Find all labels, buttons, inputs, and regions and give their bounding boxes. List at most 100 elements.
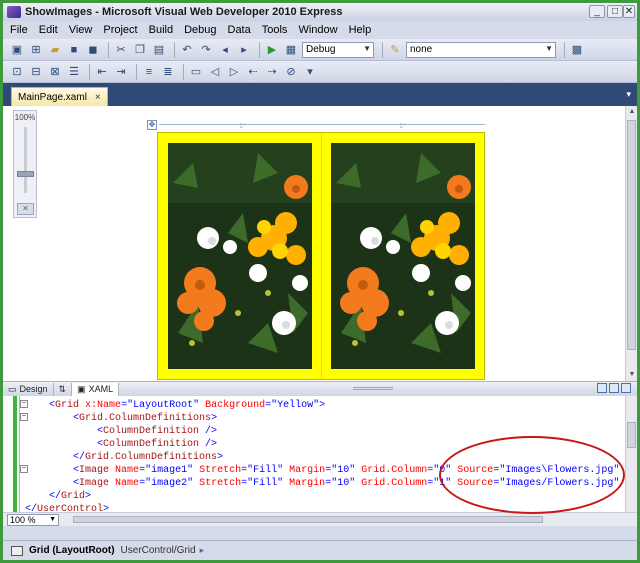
breadcrumb-arrow-icon[interactable]: ▸	[200, 545, 205, 556]
navigate-forward-icon[interactable]: ▸	[236, 42, 252, 58]
code-line[interactable]: <Grid.ColumnDefinitions>	[25, 412, 217, 425]
splitter-grip[interactable]	[353, 387, 393, 390]
code-token: Stretch	[193, 478, 242, 489]
prev-bookmark-folder-icon[interactable]: ⇠	[245, 64, 261, 80]
comment-icon[interactable]: ≡	[141, 64, 157, 80]
save-all-icon[interactable]: ◼	[85, 42, 101, 58]
change-tracking-margin	[13, 396, 17, 512]
menu-project[interactable]: Project	[103, 24, 137, 36]
image1-flowers[interactable]	[168, 143, 312, 369]
outdent-icon[interactable]: ⇤	[94, 64, 110, 80]
attach-icon[interactable]: ▦	[283, 42, 299, 58]
design-surface[interactable]: 100% ✕ ✥ 1* 1* ▲ ▼	[3, 106, 637, 381]
size-icon[interactable]: ⊟	[28, 64, 44, 80]
navigate-back-icon[interactable]: ◂	[217, 42, 233, 58]
swap-panes-button[interactable]: ⇅	[54, 382, 73, 396]
code-token: Stretch	[193, 465, 242, 476]
configuration-dropdown[interactable]: Debug ▼	[302, 41, 374, 58]
indent-icon[interactable]: ⇥	[113, 64, 129, 80]
selection-breadcrumb-bar: Grid (LayoutRoot) UserControl/Grid ▸	[3, 540, 637, 560]
toolbar-separator	[259, 41, 260, 58]
code-line[interactable]: </Grid>	[25, 490, 91, 503]
toolbar-separator	[564, 41, 565, 58]
code-token: >	[211, 413, 218, 424]
ide-window: ShowImages - Microsoft Visual Web Develo…	[0, 0, 640, 563]
design-vertical-scrollbar[interactable]: ▲ ▼	[625, 106, 637, 381]
redo-icon[interactable]: ↷	[198, 42, 214, 58]
menu-help[interactable]: Help	[349, 24, 372, 36]
menu-view[interactable]: View	[69, 24, 93, 36]
vertical-split-icon[interactable]	[597, 383, 607, 393]
maximize-button[interactable]: □	[607, 5, 623, 18]
layout-toolbar: ⊡ ⊟ ⊠ ☰ ⇤ ⇥ ≡ ≣ ▭ ◁ ▷ ⇠ ⇢ ⊘ ▾	[3, 61, 637, 83]
format-icon[interactable]: ⊠	[47, 64, 63, 80]
document-list-dropdown-icon[interactable]: ▾	[626, 89, 631, 100]
menu-edit[interactable]: Edit	[39, 24, 58, 36]
start-debugging-icon[interactable]: ▶	[264, 42, 280, 58]
layout-root-grid[interactable]	[157, 132, 485, 380]
toolbar-options-icon[interactable]: ▾	[302, 64, 318, 80]
close-button[interactable]: ✕	[623, 5, 635, 18]
save-icon[interactable]: ■	[66, 42, 82, 58]
chevron-down-icon: ▼	[545, 43, 553, 53]
next-bookmark-icon[interactable]: ▷	[226, 64, 242, 80]
find-combo[interactable]: none ▼	[406, 41, 556, 58]
scroll-up-icon[interactable]: ▲	[626, 106, 637, 118]
grid-move-handle-icon[interactable]: ✥	[147, 120, 157, 130]
align-icon[interactable]: ⊡	[9, 64, 25, 80]
image2-flowers[interactable]	[331, 143, 475, 369]
menu-debug[interactable]: Debug	[184, 24, 216, 36]
tab-design[interactable]: ▭ Design	[3, 382, 54, 396]
scroll-thumb[interactable]	[627, 120, 636, 350]
collapse-pane-icon[interactable]	[621, 383, 631, 393]
copy-icon[interactable]: ❐	[132, 42, 148, 58]
editor-zoom-dropdown[interactable]: 100 % ▼	[7, 514, 59, 526]
code-token: LayoutRoot	[133, 400, 194, 411]
selected-element[interactable]: Grid (LayoutRoot)	[29, 545, 115, 556]
code-token: Name	[109, 465, 140, 476]
code-vertical-scrollbar[interactable]	[625, 396, 637, 512]
code-token: Image	[79, 465, 110, 476]
code-line[interactable]: <ColumnDefinition />	[25, 438, 217, 451]
zoom-to-fit-button[interactable]: ✕	[17, 203, 34, 215]
element-path[interactable]: UserControl/Grid	[121, 545, 196, 556]
minimize-button[interactable]: _	[589, 5, 605, 18]
next-bookmark-folder-icon[interactable]: ⇢	[264, 64, 280, 80]
code-line[interactable]: </Grid.ColumnDefinitions>	[25, 451, 223, 464]
column-divider	[321, 133, 322, 379]
annotation-ellipse	[439, 436, 625, 514]
code-line[interactable]: <ColumnDefinition />	[25, 425, 217, 438]
new-project-icon[interactable]: ▣	[9, 42, 25, 58]
horizontal-scroll-thumb[interactable]	[73, 516, 543, 523]
bookmark-icon[interactable]: ▭	[188, 64, 204, 80]
undo-icon[interactable]: ↶	[179, 42, 195, 58]
code-token: image2	[151, 478, 188, 489]
open-file-icon[interactable]: ▰	[47, 42, 63, 58]
menu-file[interactable]: File	[10, 24, 28, 36]
uncomment-icon[interactable]: ≣	[160, 64, 176, 80]
solution-explorer-icon[interactable]: ▩	[569, 42, 585, 58]
horizontal-split-icon[interactable]	[609, 383, 619, 393]
scroll-thumb[interactable]	[627, 422, 636, 448]
close-tab-icon[interactable]: ×	[95, 92, 101, 103]
zoom-thumb[interactable]	[17, 171, 34, 177]
spacing-icon[interactable]: ☰	[66, 64, 82, 80]
cut-icon[interactable]: ✂	[113, 42, 129, 58]
code-line[interactable]: <Grid x:Name="LayoutRoot" Background="Ye…	[25, 399, 325, 412]
add-item-icon[interactable]: ⊞	[28, 42, 44, 58]
code-token: ="	[121, 400, 134, 411]
prev-bookmark-icon[interactable]: ◁	[207, 64, 223, 80]
tab-mainpage-xaml[interactable]: MainPage.xaml ×	[11, 87, 108, 106]
menu-window[interactable]: Window	[298, 24, 337, 36]
scroll-down-icon[interactable]: ▼	[626, 369, 637, 381]
find-combo-value: none	[410, 44, 433, 55]
tab-xaml[interactable]: ▣ XAML	[72, 382, 120, 396]
paste-icon[interactable]: ▤	[151, 42, 167, 58]
menu-tools[interactable]: Tools	[262, 24, 288, 36]
clear-bookmarks-icon[interactable]: ⊘	[283, 64, 299, 80]
find-icon[interactable]: ✎	[387, 42, 403, 58]
menu-build[interactable]: Build	[149, 24, 173, 36]
menu-data[interactable]: Data	[228, 24, 251, 36]
